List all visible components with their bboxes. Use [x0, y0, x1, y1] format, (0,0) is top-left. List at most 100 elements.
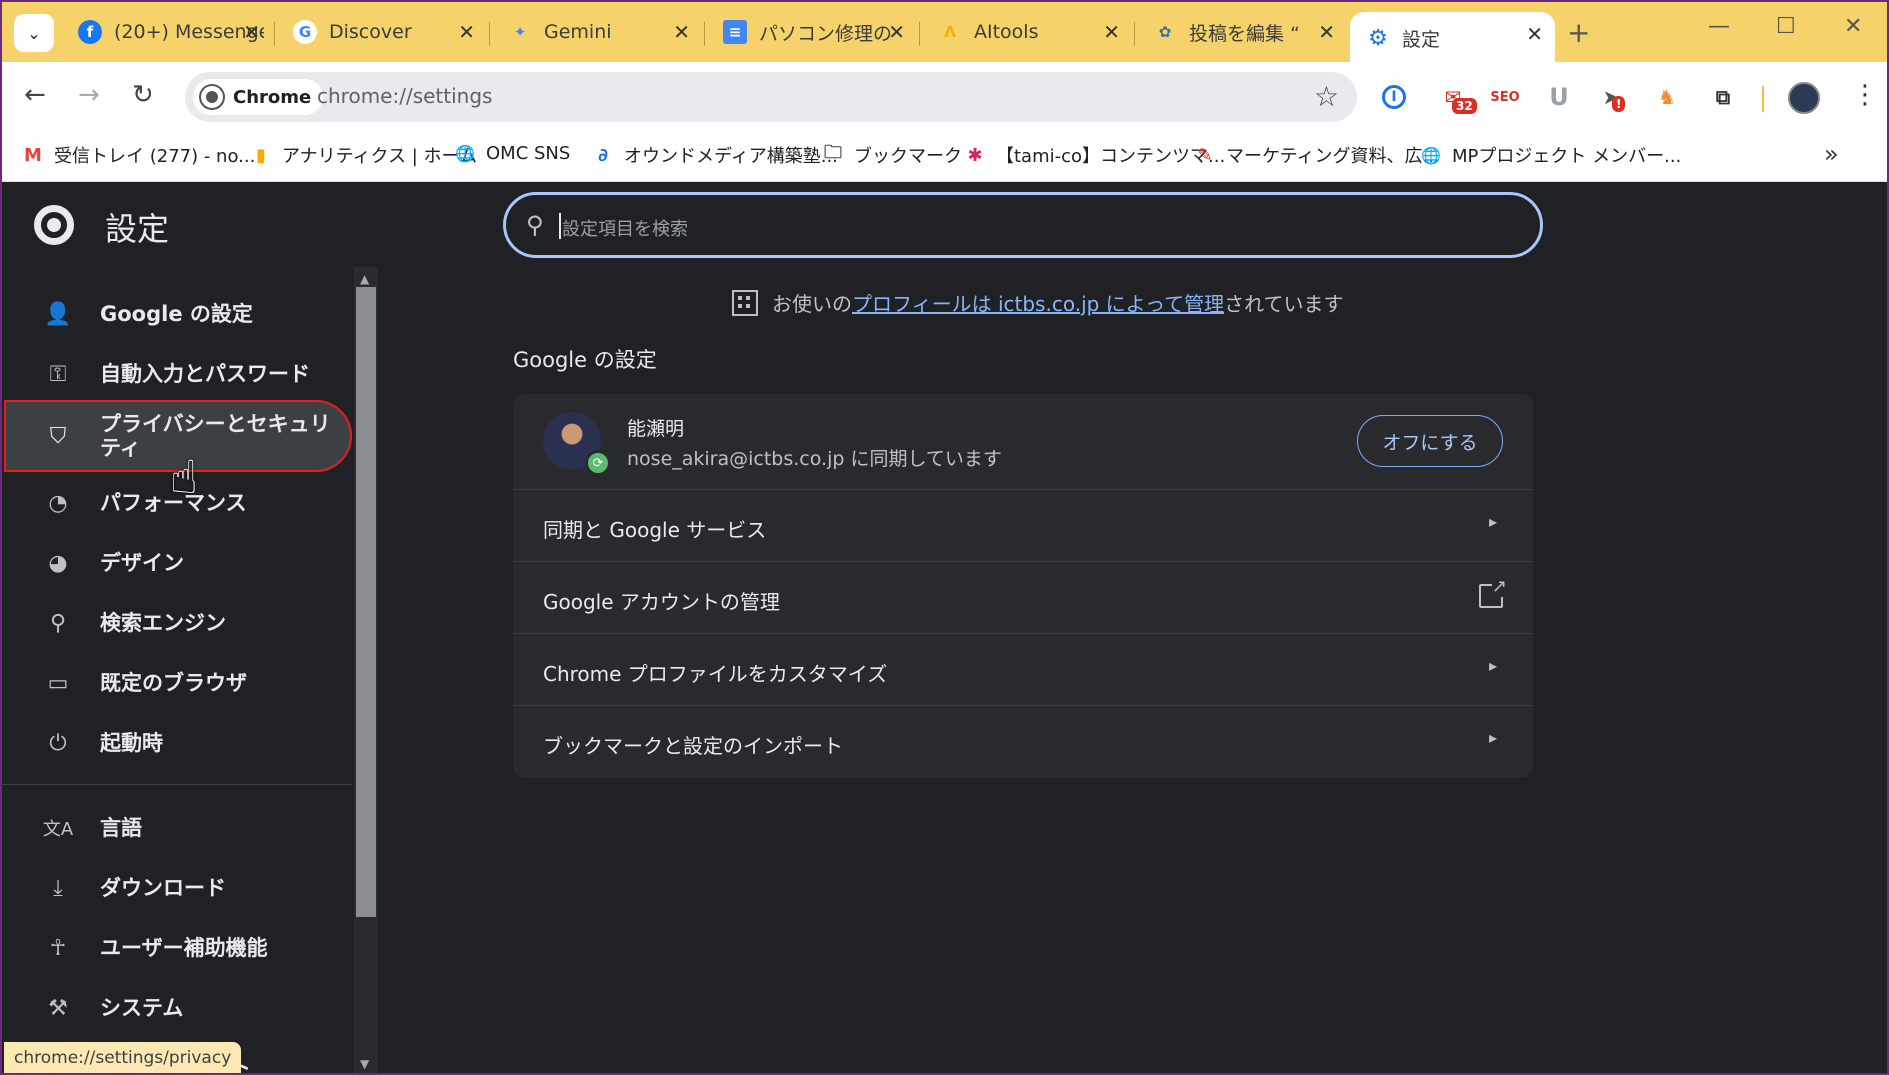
row-customize-profile[interactable]: Chrome プロファイルをカスタマイズ ▸: [513, 634, 1533, 706]
mail-count-badge: 32: [1452, 98, 1477, 114]
close-icon[interactable]: ✕: [888, 20, 905, 44]
bookmark-label: OMC SNS: [486, 142, 571, 164]
more-menu-icon[interactable]: ⋮: [1852, 80, 1878, 110]
tab-aitools[interactable]: Λ AItools ✕: [922, 10, 1132, 54]
new-tab-button[interactable]: +: [1567, 16, 1590, 49]
back-button[interactable]: ←: [24, 80, 46, 110]
scrollbar-thumb[interactable]: [356, 287, 376, 917]
analytics-icon: ▮: [256, 144, 266, 166]
managed-link[interactable]: プロフィールは ictbs.co.jp によって管理: [852, 288, 1224, 317]
sidebar-item-label: 既定のブラウザ: [100, 670, 247, 695]
bookmark-owned-media[interactable]: ∂ オウンドメディア構築塾...: [592, 142, 838, 168]
tab-messenger[interactable]: f (20+) Messenger ✕: [62, 10, 272, 54]
address-bar[interactable]: Chrome chrome://settings ☆: [185, 72, 1357, 122]
sidebar-item-label: ダウンロード: [100, 875, 226, 900]
scroll-down-arrow-icon[interactable]: ▼: [360, 1057, 369, 1071]
row-manage-google-account[interactable]: Google アカウントの管理: [513, 562, 1533, 634]
building-icon: [732, 289, 758, 316]
arrow-right-icon: →: [78, 80, 100, 110]
status-url-bubble: chrome://settings/privacy: [4, 1042, 242, 1073]
cursor-extension-icon[interactable]: ➤!: [1596, 82, 1626, 112]
search-placeholder: 設定項目を検索: [562, 219, 688, 240]
bookmark-mp-project[interactable]: 🌐 MPプロジェクト メンバー...: [1420, 142, 1681, 168]
turn-off-sync-button[interactable]: オフにする: [1357, 415, 1503, 467]
tab-separator: [704, 22, 705, 46]
tab-discover[interactable]: G Discover ✕: [277, 10, 487, 54]
bookmark-gmail[interactable]: M 受信トレイ (277) - no...: [22, 142, 255, 168]
tab-label: AItools: [974, 21, 1039, 43]
bookmark-label: MPプロジェクト メンバー...: [1452, 146, 1682, 167]
page-title: 設定: [105, 210, 170, 248]
hand-cursor-icon: ☝: [170, 450, 199, 504]
wordpress-icon: ✿: [1158, 23, 1172, 41]
tab-label: Discover: [329, 21, 412, 43]
managed-suffix: されています: [1224, 292, 1344, 316]
forward-button[interactable]: →: [78, 80, 100, 110]
open-external-icon: [1479, 576, 1507, 608]
docs-icon: ≡: [723, 20, 747, 44]
sidebar-divider: [2, 784, 352, 785]
bookmark-omc-sns[interactable]: 🌐 OMC SNS: [454, 142, 570, 164]
settings-search-input[interactable]: ⚲ 設定項目を検索: [503, 192, 1543, 258]
chevron-down-icon: ⌄: [27, 23, 41, 43]
double-chevron-right-icon[interactable]: »: [1824, 140, 1839, 168]
tab-search-dropdown[interactable]: ⌄: [14, 14, 54, 52]
sidebar-item-on-startup[interactable]: ⏻ 起動時: [6, 707, 350, 779]
minimize-icon[interactable]: —: [1708, 14, 1730, 39]
close-icon[interactable]: ✕: [1318, 20, 1335, 44]
tab-separator: [1134, 22, 1135, 46]
profile-avatar[interactable]: [1788, 82, 1820, 114]
sidebar-item-label: プライバシーとセキュリティ: [100, 411, 331, 460]
tab-strip: ⌄ f (20+) Messenger ✕ G Discover ✕ ✦ Gem…: [2, 2, 1887, 64]
password-manager-extension-icon[interactable]: I: [1382, 85, 1406, 109]
bookmark-marketing[interactable]: ✎ マーケティング資料、広...: [1194, 142, 1439, 168]
window-close-icon[interactable]: ✕: [1844, 14, 1862, 39]
seo-extension-icon[interactable]: SEO: [1490, 82, 1520, 112]
extensions-puzzle-icon[interactable]: ⧉: [1708, 82, 1738, 112]
sidebar-item-label: 言語: [100, 815, 142, 840]
speedometer-icon: ◔: [48, 490, 68, 516]
bookmark-analytics[interactable]: ▮ アナリティクス | ホーム: [250, 142, 477, 168]
tab-label: 投稿を編集 “S: [1189, 22, 1299, 45]
url-text[interactable]: chrome://settings: [317, 84, 492, 108]
tab-wordpress[interactable]: ✿ 投稿を編集 “S ✕: [1137, 10, 1347, 54]
link-icon: ∂: [598, 144, 608, 166]
managed-notice: お使いの プロフィールは ictbs.co.jp によって管理 されています: [732, 288, 1343, 317]
search-icon: ⚲: [526, 211, 544, 239]
maximize-icon[interactable]: ☐: [1776, 14, 1796, 39]
close-icon[interactable]: ✕: [243, 20, 260, 44]
bookmarks-bar: M 受信トレイ (277) - no... ▮ アナリティクス | ホーム 🌐 OMC…: [2, 132, 1887, 182]
row-label: ブックマークと設定のインポート: [543, 734, 843, 758]
u-extension-icon[interactable]: U: [1544, 82, 1574, 112]
tab-docs[interactable]: ≡ パソコン修理の ✕: [707, 10, 917, 54]
row-import-bookmarks[interactable]: ブックマークと設定のインポート ▸: [513, 706, 1533, 778]
close-icon[interactable]: ✕: [673, 20, 690, 44]
row-sync-google-services[interactable]: 同期と Google サービス ▸: [513, 490, 1533, 562]
slack-icon: ✱: [967, 144, 983, 166]
bookmark-star-icon[interactable]: ☆: [1314, 80, 1339, 113]
site-info-chip[interactable]: Chrome: [193, 79, 324, 115]
tab-label: Gemini: [544, 21, 612, 43]
sidebar-item-label: デザイン: [100, 550, 184, 575]
row-label: Chrome プロファイルをカスタマイズ: [543, 662, 888, 686]
fox-extension-icon[interactable]: ♞: [1652, 82, 1682, 112]
close-icon[interactable]: ✕: [458, 20, 475, 44]
close-icon[interactable]: ✕: [1103, 20, 1120, 44]
shield-icon: ⛉: [49, 423, 67, 449]
sidebar-item-label: 起動時: [100, 730, 163, 755]
bookmark-folder[interactable]: 🗀 ブックマーク: [822, 142, 962, 168]
bookmark-tami-co[interactable]: ✱ 【tami-co】コンテンツマ...: [964, 142, 1225, 168]
tab-settings[interactable]: ⚙ 設定 ✕: [1350, 12, 1555, 64]
tab-gemini[interactable]: ✦ Gemini ✕: [492, 10, 702, 54]
sidebar-item-label: システム: [100, 995, 184, 1020]
close-icon[interactable]: ✕: [1526, 22, 1543, 46]
bookmark-label: オウンドメディア構築塾...: [624, 146, 838, 167]
mail-extension-icon[interactable]: ✉ 32: [1438, 82, 1477, 114]
tab-separator: [274, 22, 275, 46]
chrome-logo-icon: [34, 205, 74, 245]
alert-badge: !: [1612, 96, 1626, 112]
sidebar-item-label: 自動入力とパスワード: [100, 361, 310, 386]
scroll-up-arrow-icon[interactable]: ▲: [360, 272, 369, 286]
search-icon: ⚲: [49, 610, 67, 636]
reload-button[interactable]: ↻: [132, 80, 154, 110]
